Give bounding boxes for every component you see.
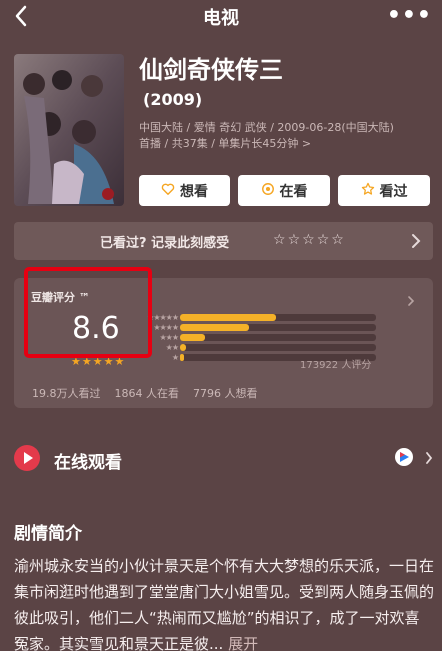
rate-stars[interactable]: ☆ ☆ ☆ ☆ ☆ <box>273 233 344 247</box>
play-icon <box>14 445 40 471</box>
watching-label: 在看 <box>279 183 308 200</box>
dist-bar-fill <box>180 344 186 351</box>
dist-bar-fill <box>180 334 205 341</box>
platform-logo-icon <box>395 448 413 466</box>
watch-stats: 19.8万人看过 1864 人在看 7796 人想看 <box>32 385 258 401</box>
want-label: 想看 <box>180 183 208 200</box>
want-count: 7796 人想看 <box>193 387 258 400</box>
watching-button[interactable]: 在看 <box>238 175 330 206</box>
rate-star-icon[interactable]: ☆ <box>302 233 315 247</box>
expand-link[interactable]: 展开 <box>228 635 258 651</box>
score-highlight-box <box>24 267 152 358</box>
record-prompt: 已看过? 记录此刻感受 <box>100 236 230 251</box>
dist-bar-fill <box>180 354 184 361</box>
synopsis-body: 渝州城永安当的小伙计景天是个怀有大大梦想的乐天派，一日在集市闲逛时他遇到了堂堂唐… <box>14 557 435 651</box>
chevron-right-icon <box>407 292 415 311</box>
dist-bar-fill <box>180 314 276 321</box>
chevron-right-icon <box>425 450 433 469</box>
watching-count: 1864 人在看 <box>114 387 180 400</box>
page-title: 电视 <box>203 8 239 29</box>
poster-image[interactable] <box>14 54 124 206</box>
synopsis-title: 剧情简介 <box>14 524 82 544</box>
movie-year: (2009) <box>143 90 203 109</box>
dist-bar-fill <box>180 324 249 331</box>
top-bar: 电视 ••• <box>0 0 442 34</box>
watched-label: 看过 <box>379 183 408 200</box>
rate-star-icon[interactable]: ☆ <box>288 233 301 247</box>
watched-button[interactable]: 看过 <box>338 175 430 206</box>
record-feeling-bar[interactable]: 已看过? 记录此刻感受 ☆ ☆ ☆ ☆ ☆ <box>14 222 433 260</box>
online-watch-title: 在线观看 <box>54 453 122 473</box>
online-watch-row[interactable]: 在线观看 <box>14 443 433 475</box>
synopsis-text: 渝州城永安当的小伙计景天是个怀有大大梦想的乐天派，一日在集市闲逛时他遇到了堂堂唐… <box>14 553 434 651</box>
rate-star-icon[interactable]: ☆ <box>317 233 330 247</box>
meta-line-2: 首播 / 共37集 / 单集片长45分钟 <box>139 137 299 150</box>
rating-count: 173922 人评分 <box>300 360 372 371</box>
rate-star-icon[interactable]: ☆ <box>331 233 344 247</box>
meta-more-icon: > <box>301 137 312 150</box>
watching-icon <box>261 182 275 200</box>
more-options-icon[interactable]: ••• <box>387 3 432 28</box>
want-to-watch-button[interactable]: 想看 <box>139 175 230 206</box>
meta-line-1: 中国大陆 / 爱情 奇幻 武侠 / 2009-06-28(中国大陆) <box>139 121 394 134</box>
star-icon <box>361 182 375 200</box>
heart-icon <box>161 182 175 200</box>
movie-meta[interactable]: 中国大陆 / 爱情 奇幻 武侠 / 2009-06-28(中国大陆) 首播 / … <box>139 120 434 152</box>
rate-star-icon[interactable]: ☆ <box>273 233 286 247</box>
movie-title: 仙剑奇侠传三 <box>139 56 283 84</box>
seen-count: 19.8万人看过 <box>32 387 101 400</box>
chevron-right-icon <box>411 233 421 253</box>
